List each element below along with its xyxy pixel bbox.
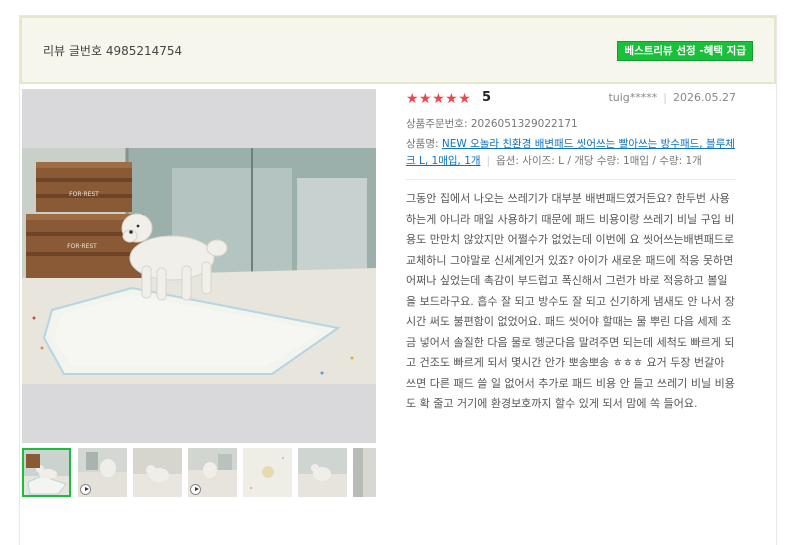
product-info: 상품명: NEW 오놀라 친환경 배변패드 씻어쓰는 빨아쓰는 방수패드, 블루… <box>406 136 736 170</box>
thumbnail-image <box>243 448 292 497</box>
review-header: 리뷰 글번호 4985214754 베스트리뷰 선정 -혜택 지급 <box>20 16 776 84</box>
star-rating-icon: ★★★★★ <box>406 91 472 107</box>
thumbnail-2[interactable] <box>78 448 127 497</box>
meta-divider: | <box>663 91 668 104</box>
rating-score: 5 <box>482 90 492 105</box>
thumbnail-7[interactable] <box>353 448 376 497</box>
rating-row: ★★★★★ 5 tuig***** | 2026.05.27 <box>406 89 736 111</box>
divider <box>406 179 736 180</box>
thumbnail-strip <box>22 448 376 498</box>
review-meta: tuig***** | 2026.05.27 <box>608 91 736 104</box>
thumbnail-image <box>298 448 347 497</box>
dog-on-pad-photo: FOR·REST FOR·REST <box>22 148 376 384</box>
review-date: 2026.05.27 <box>673 91 736 104</box>
product-options: 옵션: 사이즈: L / 개당 수량: 1매입 / 수량: 1개 <box>496 155 702 167</box>
thumbnail-1[interactable] <box>22 448 71 497</box>
best-review-badge: 베스트리뷰 선정 -혜택 지급 <box>617 41 753 61</box>
product-label: 상품명: <box>406 138 442 150</box>
thumbnail-image <box>133 448 182 497</box>
photo-column: FOR·REST FOR·REST <box>22 89 376 497</box>
thumbnail-4[interactable] <box>188 448 237 497</box>
main-review-photo[interactable]: FOR·REST FOR·REST <box>22 89 376 443</box>
crate-logo-bottom: FOR·REST <box>67 243 97 250</box>
video-play-icon <box>190 484 201 495</box>
thumbnail-6[interactable] <box>298 448 347 497</box>
review-number: 리뷰 글번호 4985214754 <box>43 44 183 58</box>
thumbnail-5[interactable] <box>243 448 292 497</box>
author-name: tuig***** <box>608 91 658 104</box>
video-play-icon <box>80 484 91 495</box>
review-body: 그동안 집에서 나오는 쓰레기가 대부분 배변패드였거든요? 한두번 사용하는게… <box>406 192 735 410</box>
thumbnail-3[interactable] <box>133 448 182 497</box>
thumbnail-image <box>353 448 376 497</box>
review-content-column: ★★★★★ 5 tuig***** | 2026.05.27 상품주문번호: 202… <box>406 89 736 415</box>
option-divider: | <box>486 155 491 167</box>
crate-logo-top: FOR·REST <box>69 191 99 198</box>
order-number: 상품주문번호: 2026051329022171 <box>406 118 578 130</box>
thumbnail-image <box>22 448 71 497</box>
